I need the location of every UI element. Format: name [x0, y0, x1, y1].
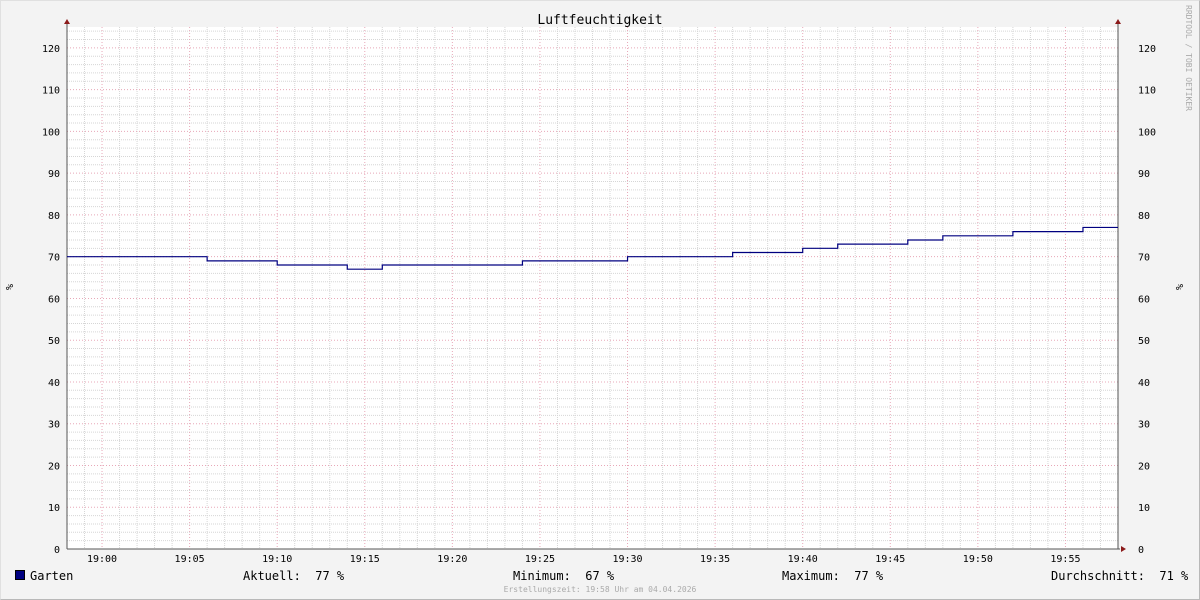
plot-area: 0 0 10 10 20 20 30 30 40 40 50 50 60 60 70 70 80 80 90 90 10… — [5, 19, 1186, 565]
y-tick-label-right: 70 — [1138, 253, 1150, 264]
legend-series-name: Garten — [30, 569, 74, 583]
y-tick-label-right: 120 — [1138, 44, 1156, 55]
y-tick-label-right: 30 — [1138, 420, 1150, 431]
x-tick-label: 19:00 — [87, 554, 117, 565]
y-axis-right-arrow — [1115, 19, 1121, 24]
x-tick-label: 19:10 — [262, 554, 292, 565]
x-tick-label: 19:45 — [875, 554, 905, 565]
legend-minimum: Minimum: 67 % — [513, 569, 615, 583]
y-tick-label-right: 100 — [1138, 127, 1156, 138]
y-tick-label-right: 110 — [1138, 86, 1156, 97]
y-tick-label-right: 80 — [1138, 211, 1150, 222]
y-tick-label-left: 10 — [48, 503, 60, 514]
y-tick-label-right: 90 — [1138, 169, 1150, 180]
y-tick-label-left: 20 — [48, 461, 60, 472]
y-tick-label-left: 0 — [54, 545, 60, 556]
x-tick-label: 19:25 — [525, 554, 555, 565]
rrdtool-watermark: RRDTOOL / TOBI OETIKER — [1184, 5, 1193, 111]
x-tick-label: 19:40 — [788, 554, 818, 565]
legend-current: Aktuell: 77 % — [243, 569, 345, 583]
y-tick-label-right: 20 — [1138, 461, 1150, 472]
y-tick-label-right: 0 — [1138, 545, 1144, 556]
y-tick-label-left: 110 — [42, 86, 60, 97]
y-tick-label-left: 70 — [48, 253, 60, 264]
y-tick-label-right: 10 — [1138, 503, 1150, 514]
legend-swatch-garten — [15, 570, 25, 580]
x-axis-arrow — [1121, 546, 1126, 552]
x-tick-label: 19:05 — [175, 554, 205, 565]
y-axis-left-arrow — [64, 19, 70, 24]
humidity-chart: Luftfeuchtigkeit 0 0 10 10 20 20 30 30 40 40 50 50 6… — [5, 13, 1186, 565]
y-tick-label-left: 120 — [42, 44, 60, 55]
y-tick-label-right: 40 — [1138, 378, 1150, 389]
y-axis-label-left: % — [5, 284, 16, 290]
x-tick-label: 19:50 — [963, 554, 993, 565]
y-tick-label-left: 90 — [48, 169, 60, 180]
x-tick-label: 19:30 — [612, 554, 642, 565]
y-tick-label-left: 40 — [48, 378, 60, 389]
x-tick-label: 19:15 — [350, 554, 380, 565]
legend-maximum: Maximum: 77 % — [782, 569, 884, 583]
y-tick-label-left: 50 — [48, 336, 60, 347]
chart-title: Luftfeuchtigkeit — [537, 13, 662, 28]
x-tick-label: 19:55 — [1050, 554, 1080, 565]
y-tick-label-left: 100 — [42, 127, 60, 138]
creation-time-footer: Erstellungszeit: 19:58 Uhr am 04.04.2026 — [503, 585, 697, 594]
y-tick-label-left: 60 — [48, 294, 60, 305]
y-axis-label-right: % — [1175, 284, 1186, 290]
y-tick-label-right: 50 — [1138, 336, 1150, 347]
y-tick-label-left: 80 — [48, 211, 60, 222]
y-tick-label-right: 60 — [1138, 294, 1150, 305]
legend-average: Durchschnitt: 71 % — [1051, 569, 1189, 583]
x-tick-label: 19:20 — [437, 554, 467, 565]
y-tick-label-left: 30 — [48, 420, 60, 431]
x-tick-label: 19:35 — [700, 554, 730, 565]
